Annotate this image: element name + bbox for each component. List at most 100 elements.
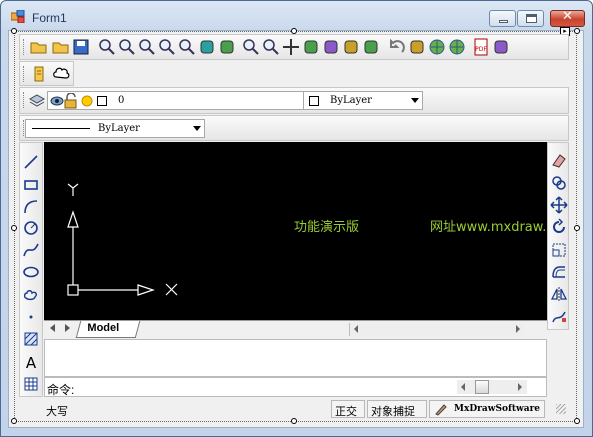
pan-icon[interactable] <box>282 38 300 56</box>
point-icon[interactable] <box>22 308 40 326</box>
light-bulb-icon[interactable] <box>198 38 216 56</box>
line-icon[interactable] <box>22 153 40 171</box>
text-icon[interactable]: A <box>22 353 40 371</box>
scale-icon[interactable] <box>550 241 568 259</box>
form-icon <box>11 10 25 23</box>
linetype-select[interactable]: ByLayer <box>25 119 205 138</box>
modify-toolbar <box>547 142 569 330</box>
ortho-toggle[interactable]: 正交 <box>331 400 365 418</box>
copy-objects-icon[interactable] <box>550 174 568 192</box>
image-export-icon[interactable] <box>492 38 510 56</box>
resize-handle-tl[interactable] <box>11 28 17 34</box>
linetype-preview <box>32 128 90 129</box>
svg-text:A: A <box>26 354 37 371</box>
tab-scroll-right-icon[interactable] <box>65 324 70 332</box>
scroll-right-icon[interactable] <box>518 383 522 391</box>
table-icon[interactable] <box>22 375 40 393</box>
title-bar[interactable]: Form1 ✕ <box>1 1 592 31</box>
zoom-magnify-icon[interactable] <box>262 38 280 56</box>
minimize-button[interactable] <box>489 10 516 27</box>
rotate-icon[interactable] <box>550 218 568 236</box>
open-icon[interactable] <box>30 38 48 56</box>
command-line[interactable]: 命令: <box>44 377 547 397</box>
layer-manager-icon[interactable] <box>28 92 46 110</box>
layer-toolbar: 0 ByLayer <box>19 87 569 114</box>
zoom-in-icon[interactable] <box>138 38 156 56</box>
zoom-realtime-icon[interactable] <box>118 38 136 56</box>
close-button[interactable]: ✕ <box>550 9 585 27</box>
toolbar-grip[interactable] <box>23 39 26 55</box>
move-icon[interactable] <box>550 196 568 214</box>
brand-logo-icon <box>435 404 447 416</box>
resize-handle-ml[interactable] <box>11 225 17 231</box>
resize-handle-tr[interactable] <box>574 28 580 34</box>
brush-icon[interactable] <box>362 38 380 56</box>
layer-color-swatch <box>97 96 107 106</box>
stretch-icon[interactable] <box>550 308 568 326</box>
copy-icon[interactable] <box>408 38 426 56</box>
open-folder-icon[interactable] <box>52 38 70 56</box>
resize-handle-br[interactable] <box>574 418 580 424</box>
revision-cloud-icon[interactable] <box>22 286 40 304</box>
caps-indicator: 大写 <box>46 406 68 418</box>
toolbar-grip[interactable] <box>23 92 26 108</box>
offset-icon[interactable] <box>550 263 568 281</box>
circle-icon[interactable] <box>22 219 40 237</box>
arc-icon[interactable] <box>22 198 40 216</box>
chevron-down-icon <box>411 98 419 103</box>
brand-panel: MxDrawSoftware <box>429 400 545 418</box>
zoom-out-icon[interactable] <box>158 38 176 56</box>
spline-icon[interactable] <box>22 241 40 259</box>
color-swatch <box>309 96 319 106</box>
brand-text: MxDrawSoftware <box>454 404 541 414</box>
zoom-window-icon[interactable] <box>98 38 116 56</box>
size-grip[interactable] <box>556 404 566 414</box>
globe-icon[interactable] <box>428 38 446 56</box>
draw-toolbar: A <box>19 142 43 397</box>
pencil-icon[interactable] <box>302 38 320 56</box>
color-value: ByLayer <box>330 95 372 106</box>
maximize-button[interactable] <box>517 10 544 27</box>
ellipse-icon[interactable] <box>22 263 40 281</box>
color-select[interactable]: ByLayer <box>303 91 423 110</box>
bookmark-icon[interactable] <box>30 65 48 83</box>
erase-icon[interactable] <box>550 151 568 169</box>
resize-handle-bm[interactable] <box>291 418 297 424</box>
secondary-toolbar <box>19 61 74 86</box>
lock-icon <box>64 93 77 109</box>
mirror-icon[interactable] <box>550 285 568 303</box>
scroll-right-icon[interactable] <box>516 325 520 333</box>
pdf-icon[interactable]: PDF <box>472 38 490 56</box>
drawing-canvas[interactable]: 功能演示版 网址www.mxdraw.com <box>44 142 547 320</box>
command-history[interactable] <box>44 339 547 377</box>
sun-icon <box>81 95 93 107</box>
watermark-text: 功能演示版 <box>294 220 360 235</box>
horizontal-scrollbar[interactable] <box>349 323 524 336</box>
save-icon[interactable] <box>72 38 90 56</box>
command-scrollbar[interactable] <box>457 380 527 394</box>
scroll-left-icon[interactable] <box>461 383 465 391</box>
undo-icon[interactable] <box>388 38 406 56</box>
tab-model[interactable]: Model <box>75 321 141 338</box>
cloud-shape-icon[interactable] <box>52 65 70 83</box>
toolbar-grip[interactable] <box>23 66 26 82</box>
main-toolbar: PDF <box>19 34 569 60</box>
layer-visibility-icon <box>50 96 64 106</box>
hammer-icon[interactable] <box>218 38 236 56</box>
resize-handle-mr[interactable] <box>574 225 580 231</box>
layers-stack-icon[interactable] <box>342 38 360 56</box>
scroll-left-icon[interactable] <box>354 325 358 333</box>
status-bar: 大写 正交 对象捕捉 MxDrawSoftware <box>44 400 547 418</box>
globe-refresh-icon[interactable] <box>448 38 466 56</box>
hatch-icon[interactable] <box>22 330 40 348</box>
osnap-toggle[interactable]: 对象捕捉 <box>367 400 427 418</box>
resize-handle-bl[interactable] <box>11 418 17 424</box>
scroll-thumb[interactable] <box>475 380 489 394</box>
layer-select[interactable]: 0 <box>47 91 317 110</box>
rectangle-icon[interactable] <box>22 176 40 194</box>
zoom-previous-icon[interactable] <box>242 38 260 56</box>
palette-icon[interactable] <box>322 38 340 56</box>
zoom-extents-icon[interactable] <box>178 38 196 56</box>
layout-tab-bar: Model <box>44 320 547 338</box>
tab-scroll-left-icon[interactable] <box>50 324 55 332</box>
